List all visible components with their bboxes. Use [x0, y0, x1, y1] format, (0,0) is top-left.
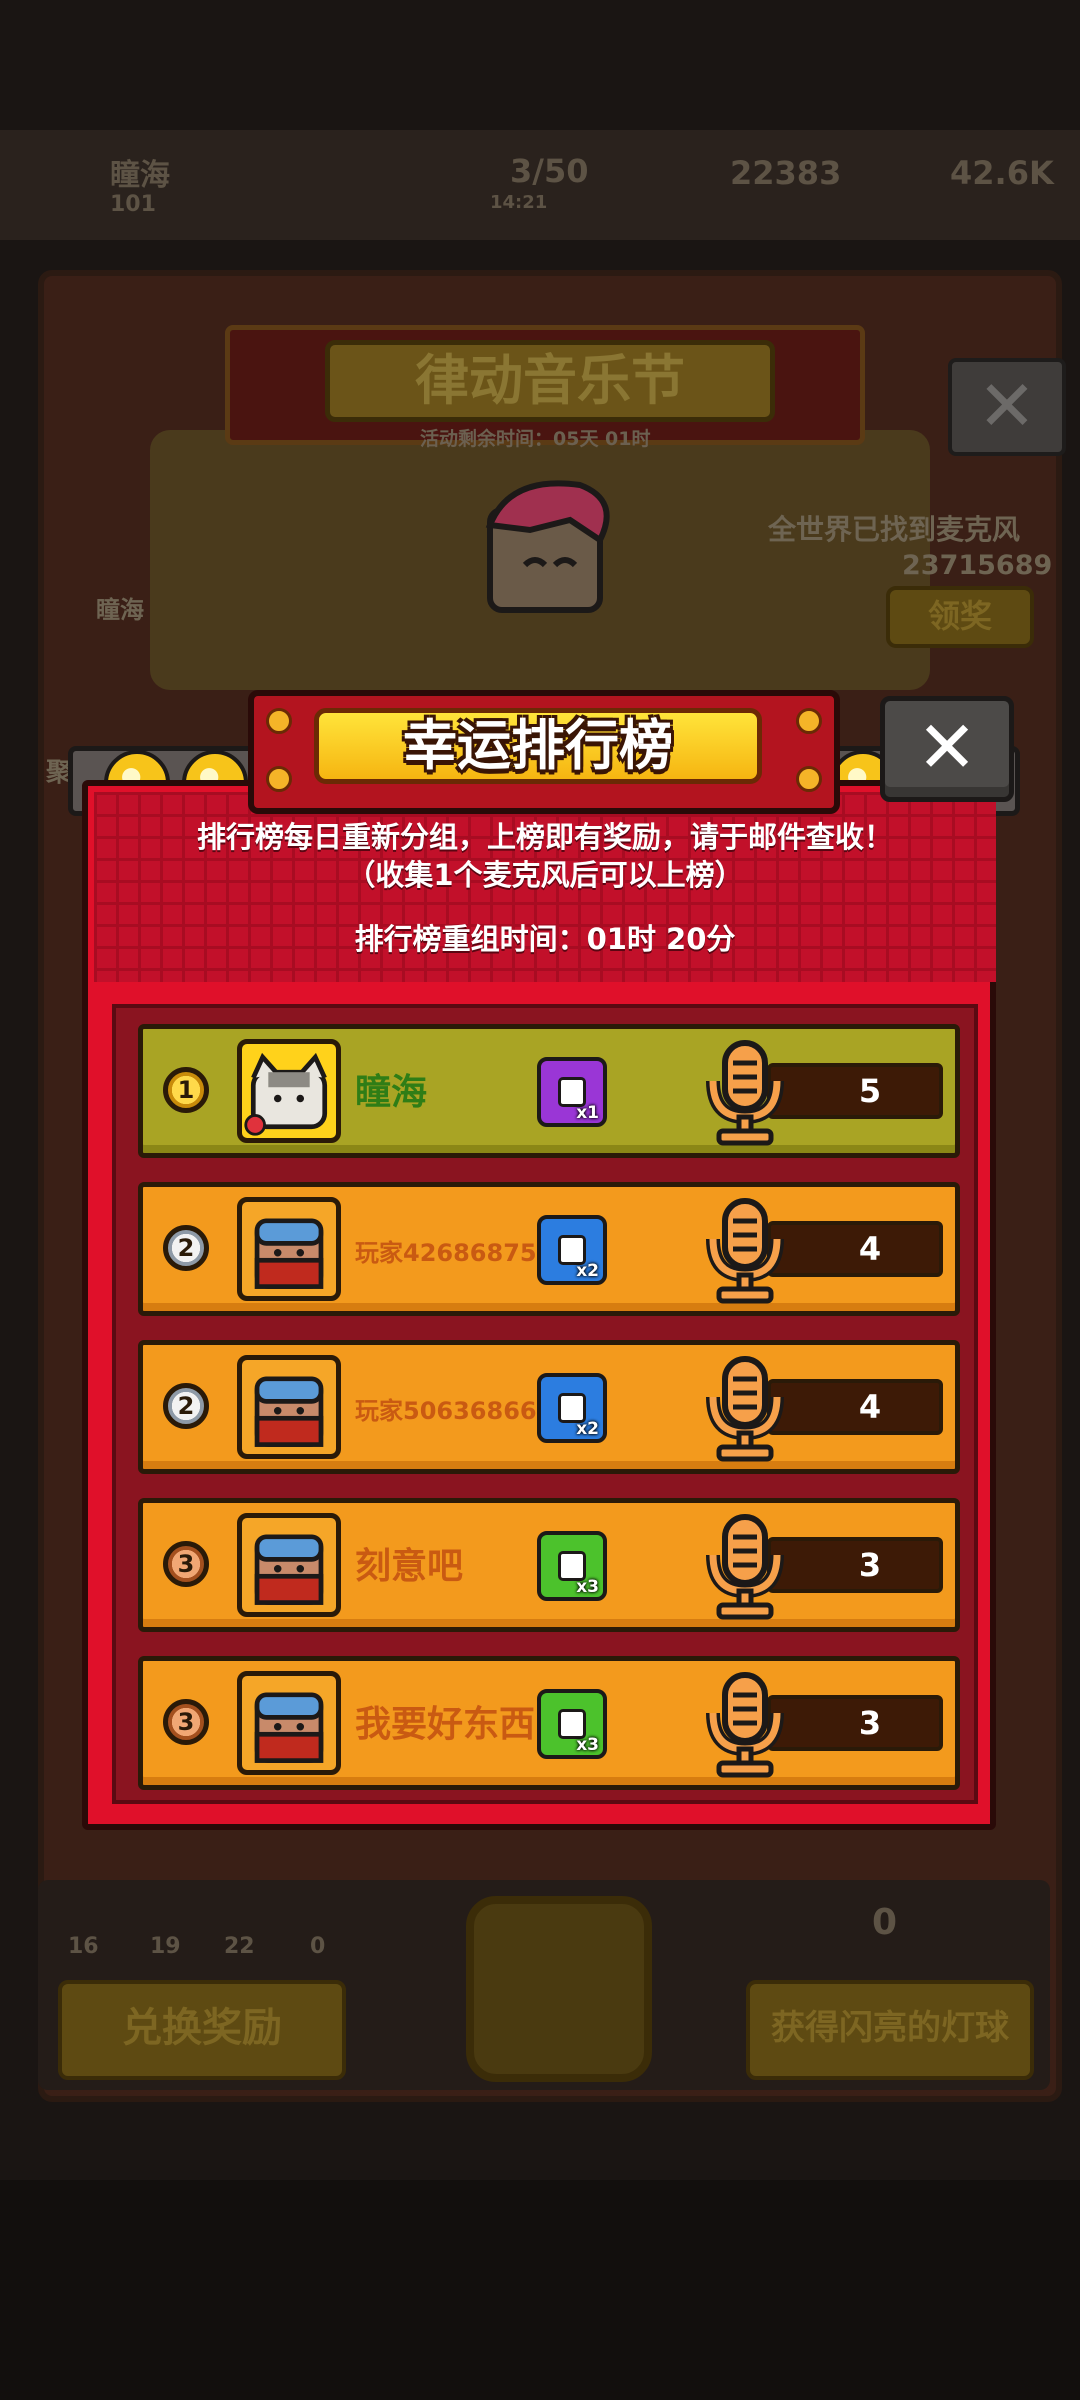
reward-chest-icon[interactable]: x3: [537, 1531, 607, 1601]
lightball-count: 0: [872, 1902, 898, 1943]
unlock-button[interactable]: [466, 1896, 652, 2082]
player-name: 瞳海: [110, 158, 170, 193]
bottom-navigation: [0, 2180, 1080, 2400]
reward-chest-icon[interactable]: x1: [537, 1057, 607, 1127]
stud-icon: [266, 766, 292, 792]
event-title: 律动音乐节: [415, 349, 685, 412]
leaderboard-row[interactable]: 1 瞳海 x1 5: [138, 1024, 960, 1158]
coin-count: 42.6K: [950, 154, 1054, 192]
player-level: 101: [110, 192, 156, 217]
player-avatar-icon[interactable]: [237, 1513, 341, 1617]
event-close-button[interactable]: ✕: [948, 358, 1066, 456]
event-time-left: 活动剩余时间：05天 01时: [420, 428, 651, 450]
modal-frame: 排行榜每日重新分组，上榜即有奖励，请于邮件查收！ （收集1个麦克风后可以上榜） …: [82, 780, 996, 1830]
leaderboard-row[interactable]: 3 我要好东西 x3 3: [138, 1656, 960, 1790]
microphone-icon: [706, 1356, 784, 1462]
reward-chest-icon[interactable]: x2: [537, 1215, 607, 1285]
exchange-reward-button[interactable]: 兑换奖励: [58, 1980, 346, 2080]
player-name: 玩家42686875: [355, 1239, 537, 1267]
world-found-label: 全世界已找到麦克风: [768, 513, 1021, 546]
rank-badge: 3: [163, 1541, 209, 1587]
info-text-line2: （收集1个麦克风后可以上榜）: [346, 858, 744, 892]
world-found-count: 23715689: [902, 550, 1053, 581]
note-count-3: 22: [224, 1934, 255, 1959]
note-count-1: 16: [68, 1934, 99, 1959]
reward-chest-icon[interactable]: x3: [537, 1689, 607, 1759]
rank-badge: 1: [163, 1067, 209, 1113]
microphone-icon: [706, 1040, 784, 1146]
reward-quantity: x3: [576, 1735, 599, 1755]
event-title-plate: 律动音乐节: [325, 340, 775, 422]
reset-time-text: 排行榜重组时间：01时 20分: [354, 922, 736, 956]
player-name: 瞳海: [355, 1072, 428, 1113]
reward-chest-icon[interactable]: x2: [537, 1373, 607, 1443]
get-lightball-button[interactable]: 获得闪亮的灯球: [746, 1980, 1034, 2080]
reward-quantity: x1: [576, 1103, 599, 1123]
microphone-score: 5: [767, 1063, 943, 1119]
stud-icon: [796, 766, 822, 792]
reward-quantity: x3: [576, 1577, 599, 1597]
energy-count: 3/50: [510, 152, 589, 190]
leaderboard-modal: 排行榜每日重新分组，上榜即有奖励，请于邮件查收！ （收集1个麦克风后可以上榜） …: [68, 690, 1020, 1830]
info-text-line1: 排行榜每日重新分组，上榜即有奖励，请于邮件查收！: [196, 820, 893, 854]
stud-icon: [266, 708, 292, 734]
note-count-4: 0: [310, 1934, 326, 1959]
rank-badge: 3: [163, 1699, 209, 1745]
microphone-icon: [706, 1672, 784, 1778]
player-avatar-icon[interactable]: [237, 1355, 341, 1459]
microphone-score: 3: [767, 1695, 943, 1751]
gem-count: 22383: [730, 154, 842, 192]
microphone-score: 3: [767, 1537, 943, 1593]
title-plate: 幸运排行榜: [248, 690, 840, 814]
leaderboard-row[interactable]: 2 玩家42686875 x2 4: [138, 1182, 960, 1316]
player-name: 我要好东西: [355, 1704, 536, 1745]
leaderboard-row[interactable]: 3 刻意吧 x3 3: [138, 1498, 960, 1632]
microphone-icon: [706, 1514, 784, 1620]
energy-timer: 14:21: [490, 192, 548, 213]
top-status-bar: 瞳海 101 3/50 14:21 22383 42.6K: [0, 130, 1080, 240]
close-button[interactable]: ✕: [880, 696, 1014, 802]
rank-badge: 2: [163, 1225, 209, 1271]
reward-quantity: x2: [576, 1261, 599, 1281]
rank-badge: 2: [163, 1383, 209, 1429]
claim-button[interactable]: 领奖: [886, 586, 1034, 648]
note-count-2: 19: [150, 1934, 181, 1959]
reward-quantity: x2: [576, 1419, 599, 1439]
leaderboard-list[interactable]: 1 瞳海 x1 5 2 玩家42686875 x2 4 2 玩家50636866 x2 4 3 刻意吧 x3…: [112, 1004, 978, 1804]
bg-avatar-name: 瞳海: [96, 596, 144, 624]
microphone-score: 4: [767, 1221, 943, 1277]
modal-title: 幸运排行榜: [314, 708, 762, 784]
leaderboard-row[interactable]: 2 玩家50636866 x2 4: [138, 1340, 960, 1474]
cat-avatar-icon[interactable]: [237, 1039, 341, 1143]
player-name: 刻意吧: [355, 1546, 464, 1587]
close-icon: ✕: [916, 705, 978, 789]
microphone-icon: [706, 1198, 784, 1304]
stud-icon: [796, 708, 822, 734]
player-avatar-icon[interactable]: [237, 1671, 341, 1775]
player-avatar-icon[interactable]: [237, 1197, 341, 1301]
player-name: 玩家50636866: [355, 1397, 537, 1425]
character-icon: [485, 480, 610, 613]
microphone-score: 4: [767, 1379, 943, 1435]
